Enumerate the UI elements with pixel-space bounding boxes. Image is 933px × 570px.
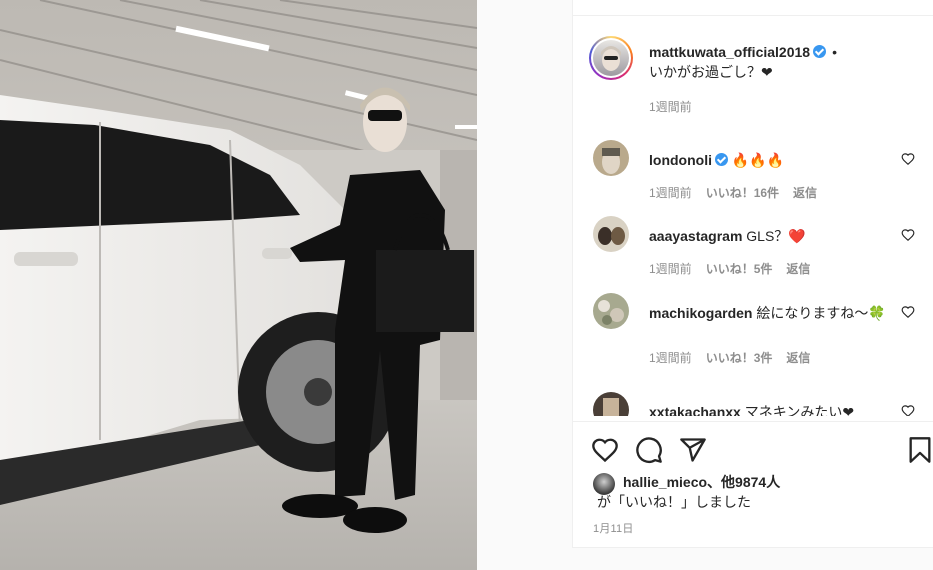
comment-avatar[interactable]	[593, 216, 629, 252]
comment-text: GLS？❤️	[746, 228, 806, 244]
comment-avatar[interactable]	[593, 293, 629, 329]
verified-badge-icon	[714, 153, 728, 166]
verified-badge-icon	[813, 45, 827, 58]
likes-count[interactable]: 、他9874人	[707, 474, 780, 490]
comment-like-heart-icon[interactable]	[901, 152, 915, 166]
comment-username[interactable]: aaayastagram	[649, 228, 742, 244]
author-username[interactable]: mattkuwata_official2018	[649, 44, 810, 60]
comment-time[interactable]: 1週間前	[649, 351, 692, 365]
comment-text: マネキンみたい❤	[744, 404, 855, 416]
comment-icon[interactable]	[635, 436, 663, 464]
comment-likes[interactable]: いいね！3件	[706, 351, 773, 365]
comment-avatar[interactable]	[593, 392, 629, 416]
comment-time[interactable]: 1週間前	[649, 262, 692, 276]
author-avatar[interactable]	[589, 36, 633, 80]
share-icon[interactable]	[679, 436, 707, 464]
comment-item: aaayastagram GLS？❤️ 1週間前 いいね！5件 返信	[589, 216, 919, 286]
heart-icon[interactable]	[591, 436, 619, 464]
caption-text: いかがお過ごし？❤	[649, 64, 773, 80]
comment-text: 🔥🔥🔥	[731, 152, 785, 168]
bookmark-icon[interactable]	[906, 436, 933, 464]
comment-like-heart-icon[interactable]	[901, 228, 915, 242]
comment-username[interactable]: londonoli	[649, 152, 712, 168]
comment-item: xxtakachanxx マネキンみたい❤	[589, 392, 919, 416]
comment-item: londonoli 🔥🔥🔥 1週間前 いいね！16件 返信	[589, 140, 919, 210]
comment-text: 絵になりますね〜🍀	[756, 305, 886, 321]
comment-item: machikogarden 絵になりますね〜🍀 1週間前 いいね！3件 返信	[589, 293, 919, 373]
comment-username[interactable]: xxtakachanxx	[649, 404, 741, 416]
reply-button[interactable]: 返信	[786, 351, 810, 365]
reply-button[interactable]: 返信	[786, 262, 810, 276]
separator-dot: •	[832, 44, 837, 60]
comment-likes[interactable]: いいね！5件	[706, 262, 773, 276]
post-actions: hallie_mieco、他9874人 が「いいね！」しました 1月11日	[573, 421, 933, 548]
comment-like-heart-icon[interactable]	[901, 404, 915, 416]
comment-time[interactable]: 1週間前	[649, 186, 692, 200]
comment-likes[interactable]: いいね！16件	[706, 186, 779, 200]
likes-summary-text: が「いいね！」しました	[597, 494, 751, 510]
post-date[interactable]: 1月11日	[593, 520, 634, 536]
comment-username[interactable]: machikogarden	[649, 305, 752, 321]
post-image[interactable]	[0, 0, 477, 570]
caption-timestamp[interactable]: 1週間前	[649, 98, 692, 115]
comment-like-heart-icon[interactable]	[901, 305, 915, 319]
comments-list[interactable]: londonoli 🔥🔥🔥 1週間前 いいね！16件 返信 aaayastagram…	[573, 130, 933, 416]
comment-avatar[interactable]	[593, 140, 629, 176]
liker-username[interactable]: hallie_mieco	[623, 474, 707, 490]
post-photo-illustration	[0, 0, 477, 570]
header-divider	[573, 15, 933, 16]
reply-button[interactable]: 返信	[793, 186, 817, 200]
post-detail-panel: mattkuwata_official2018 • いかがお過ごし？❤ 1週間前 …	[572, 0, 933, 548]
